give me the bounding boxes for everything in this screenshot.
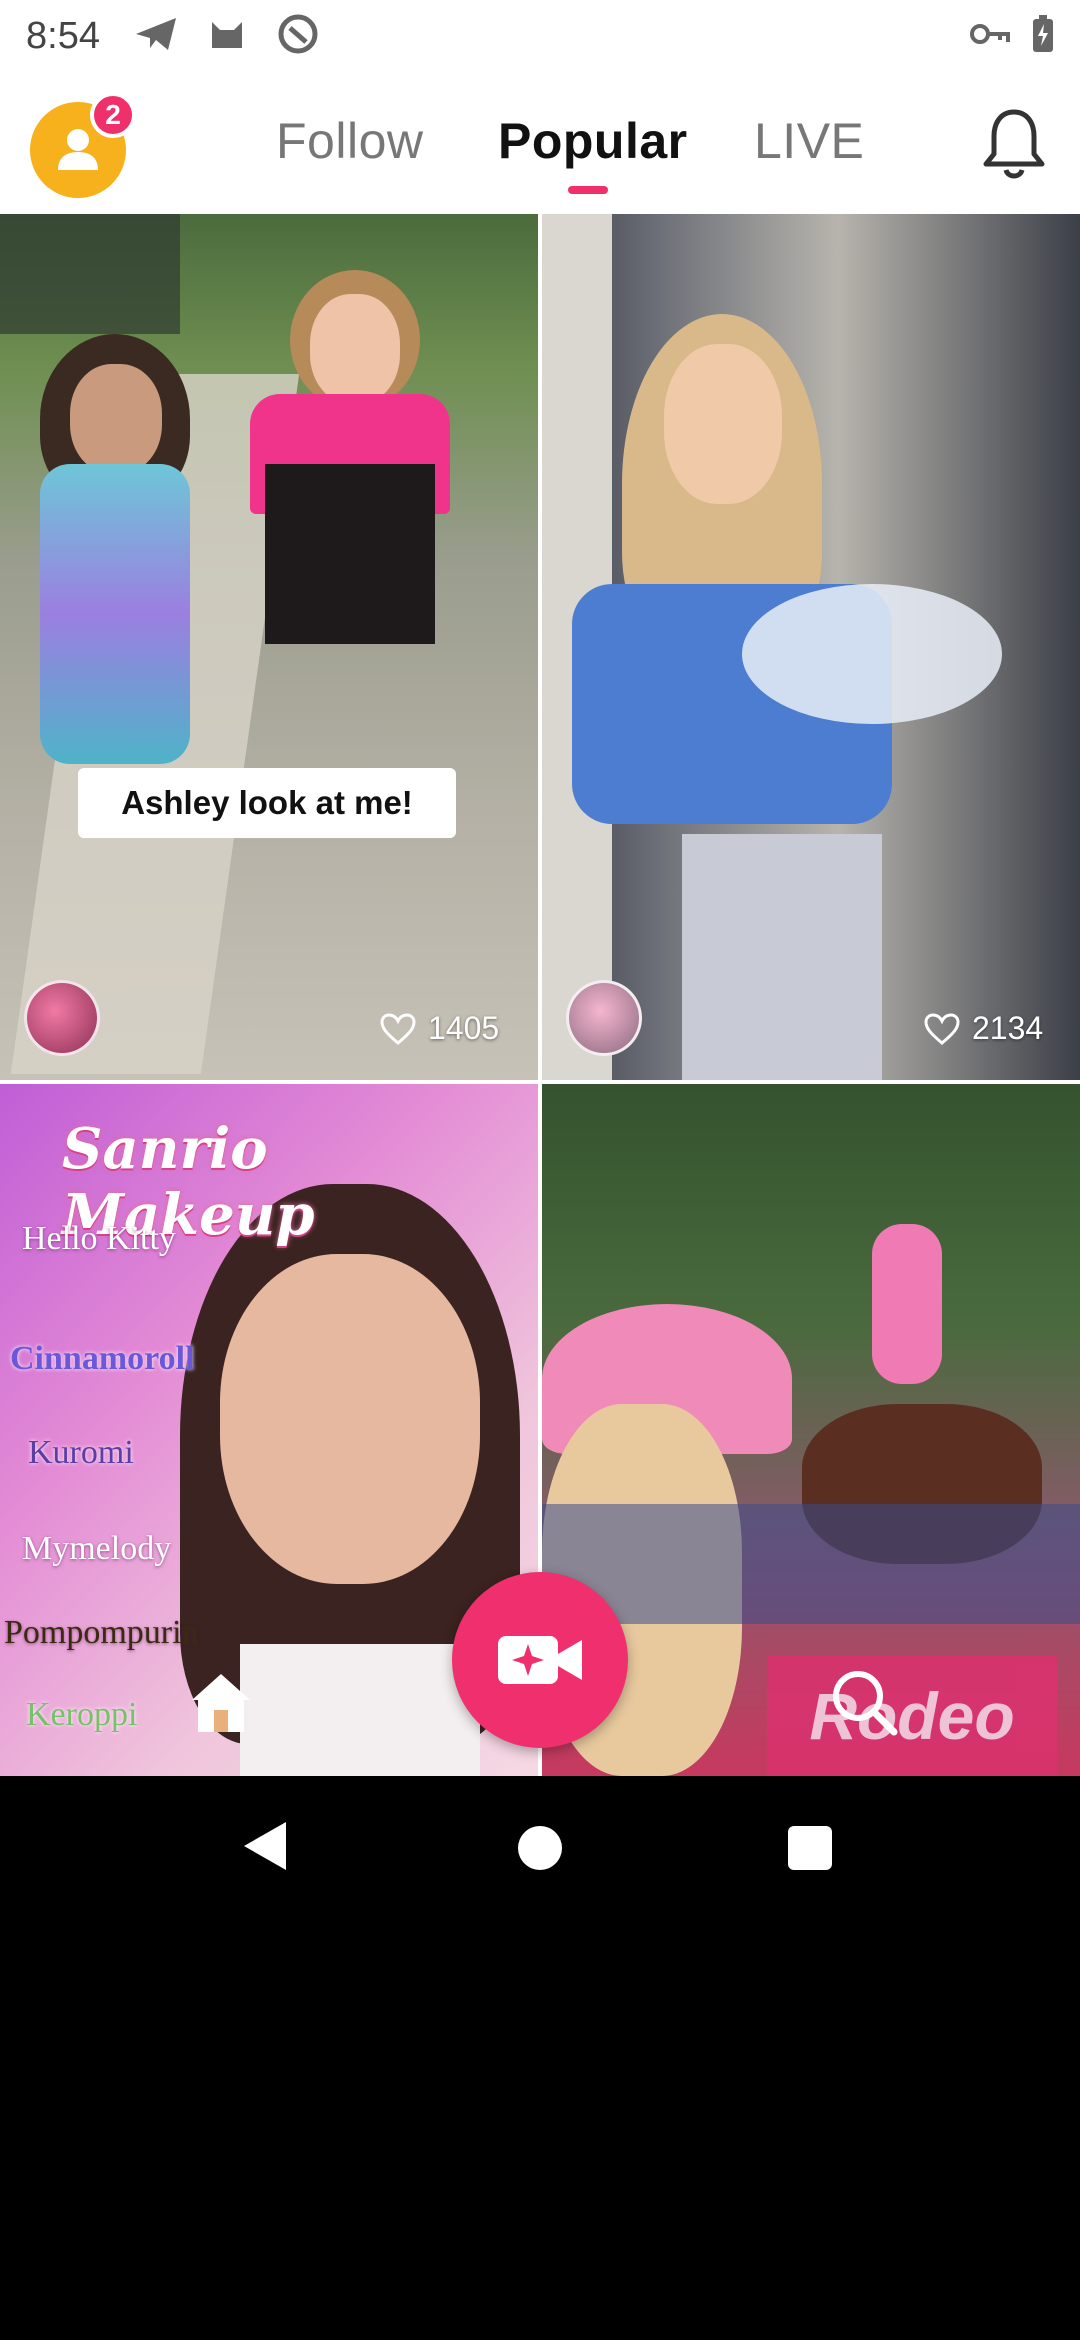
status-time: 8:54 [26,14,100,57]
like-count-value: 2134 [972,1010,1044,1046]
heart-icon [380,1012,416,1045]
sanrio-character-label: Mymelody [22,1530,172,1567]
video-tile[interactable]: 2134 [542,214,1080,1080]
creator-avatar[interactable] [566,980,642,1056]
video-tile[interactable]: Ashley look at me! 1405 [0,214,538,1080]
video-grid: Ashley look at me! 1405 2134 Sanrio Make… [0,214,1080,1776]
home-button[interactable] [186,1670,256,1734]
sanrio-character-label: Keroppi [26,1696,138,1733]
home-nav-icon[interactable] [518,1826,562,1870]
sanrio-character-label: Hello Kitty [22,1220,176,1257]
feed-tabs: Follow Popular LIVE [0,72,1080,214]
battery-charging-icon [1032,14,1054,58]
notification-count-badge: 2 [90,92,136,138]
like-count-value: 1405 [428,1010,500,1046]
sanrio-character-label: Pompompurin [4,1614,199,1651]
cat-icon [208,16,246,57]
top-header: 2 Follow Popular LIVE [0,72,1080,214]
search-icon [833,1671,898,1736]
system-nav-bar [0,1776,1080,1920]
recents-icon[interactable] [788,1826,832,1870]
tab-follow[interactable]: Follow [276,112,423,170]
sanrio-character-label: Cinnamoroll [10,1340,195,1377]
at-sign-icon [276,12,320,61]
video-camera-sparkle-icon [498,1636,582,1684]
sanrio-character-label: Kuromi [28,1434,134,1471]
video-caption: Ashley look at me! [78,768,456,838]
grid-divider [538,214,542,1776]
search-button[interactable] [828,1666,900,1738]
back-icon[interactable] [242,1820,288,1872]
tab-popular[interactable]: Popular [498,112,688,170]
tab-live[interactable]: LIVE [754,112,864,170]
send-icon [134,16,178,57]
like-count: 1405 [380,1010,499,1047]
notifications-button[interactable] [982,106,1046,182]
record-video-button[interactable] [452,1572,628,1748]
grid-divider [0,1080,1080,1084]
status-bar: 8:54 [0,0,1080,72]
creator-avatar[interactable] [24,980,100,1056]
home-icon [192,1674,250,1732]
active-tab-indicator [568,186,608,194]
app-screen: 8:54 2 Follow Popular LIVE Ashley look a… [0,0,1080,2340]
key-icon [970,22,1010,51]
bell-icon [983,109,1045,179]
video-title-overlay: Rodeo [767,1656,1057,1776]
like-count: 2134 [924,1010,1043,1047]
heart-icon [924,1012,960,1045]
